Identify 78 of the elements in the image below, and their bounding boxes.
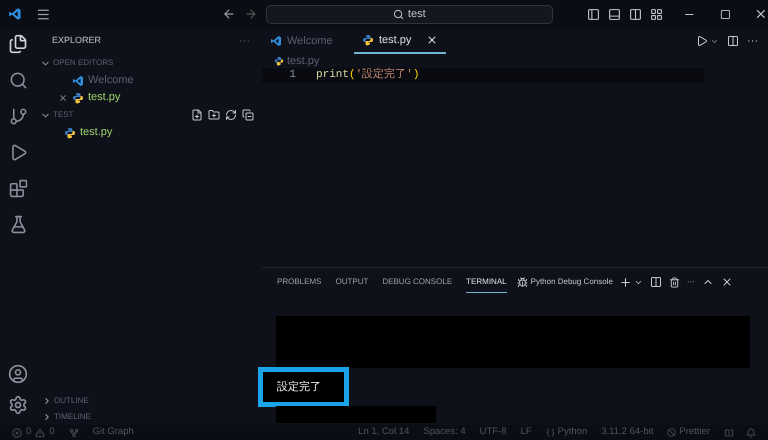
notification-icon[interactable] [746,428,756,438]
back-arrow-icon[interactable] [222,7,236,21]
error-count[interactable]: 0 [26,425,32,440]
git-graph-icon[interactable] [68,428,79,438]
more-actions-icon[interactable]: ··· [747,32,758,50]
file-item[interactable]: test.py [34,124,262,141]
warning-count[interactable]: 0 [49,425,55,440]
close-panel-icon[interactable] [720,276,733,288]
section-header[interactable]: TEST [53,109,74,121]
flask-icon[interactable] [8,215,28,234]
status-item[interactable]: 3.11.2 64-bit [601,425,654,440]
account-icon[interactable] [8,364,28,384]
warning-icon[interactable] [35,428,46,438]
status-item[interactable]: Prettier [679,425,710,440]
error-icon[interactable] [12,428,22,438]
collapse-all-icon[interactable] [242,109,254,121]
editor-tab[interactable]: Welcome [262,28,354,54]
status-item[interactable]: Spaces: 4 [423,425,466,440]
git-graph-link[interactable]: Git Graph [92,425,134,440]
close-tab-icon[interactable] [426,34,438,46]
close-icon[interactable] [754,7,768,21]
terminal-output: 設定完了 [277,380,321,395]
status-item[interactable]: Ln 1, Col 14 [358,425,410,440]
split-terminal-icon[interactable] [650,276,662,288]
more-actions-icon[interactable]: ··· [686,276,695,288]
close-editor-icon[interactable] [58,92,68,102]
code-logo-icon [72,74,84,86]
code-line: print('設定完了') [316,67,420,84]
toggle-sidebar-icon[interactable] [586,8,600,20]
file-item[interactable]: Welcome [34,72,262,89]
section-header[interactable]: OUTLINE [54,395,89,407]
search-icon [392,8,404,20]
command-search-field[interactable]: test [266,4,553,24]
code-logo-icon [270,35,282,47]
layout-icon[interactable] [650,8,663,20]
new-terminal-icon[interactable] [618,276,632,288]
search-text: test [408,6,426,22]
section-header[interactable]: OPEN EDITORS [53,57,114,69]
prohibited-icon [667,428,676,437]
braces-icon [546,428,555,437]
new-folder-icon[interactable] [208,109,220,121]
settings-icon[interactable] [8,395,28,415]
python-file-icon [72,92,84,104]
panel-tab[interactable]: OUTPUT [335,272,368,292]
python-file-icon [64,126,76,138]
panel-tab[interactable]: TERMINAL [466,272,507,292]
toggle-secondary-sidebar-icon[interactable] [628,8,642,20]
panel-tab[interactable]: DEBUG CONSOLE [382,272,452,292]
section-header[interactable]: TIMELINE [54,411,91,423]
toggle-panel-icon[interactable] [608,8,621,20]
panel-tab[interactable]: PROBLEMS [277,272,322,292]
status-item[interactable]: UTF-8 [480,425,507,440]
menu-icon[interactable] [36,6,50,22]
status-item[interactable]: LF [520,425,532,440]
maximize-icon[interactable] [720,8,730,20]
line-number: 1 [288,68,296,84]
run-icon[interactable] [696,35,708,47]
python-file-icon [362,34,374,46]
sidebar-title: EXPLORER [52,34,102,48]
split-editor-icon[interactable] [727,35,739,47]
files-icon[interactable] [8,34,28,54]
extensions-icon[interactable] [8,179,28,198]
code-logo-icon [8,7,22,21]
feedback-icon[interactable] [724,428,734,438]
terminal-name[interactable]: Python Debug Console [530,276,613,288]
file-item[interactable]: test.py [34,89,262,106]
status-item[interactable]: Python [558,425,588,440]
python-file-icon [274,56,284,66]
bug-icon [516,276,528,288]
more-actions-icon[interactable]: ··· [239,32,250,50]
refresh-icon[interactable] [225,109,237,121]
new-file-icon[interactable] [191,109,203,121]
search-icon[interactable] [8,71,28,90]
branch-icon[interactable] [8,107,28,126]
editor-tab[interactable]: test.py [354,28,446,54]
forward-arrow-icon[interactable] [244,7,258,21]
trash-icon[interactable] [668,276,680,288]
breadcrumb[interactable]: test.py [287,52,320,70]
